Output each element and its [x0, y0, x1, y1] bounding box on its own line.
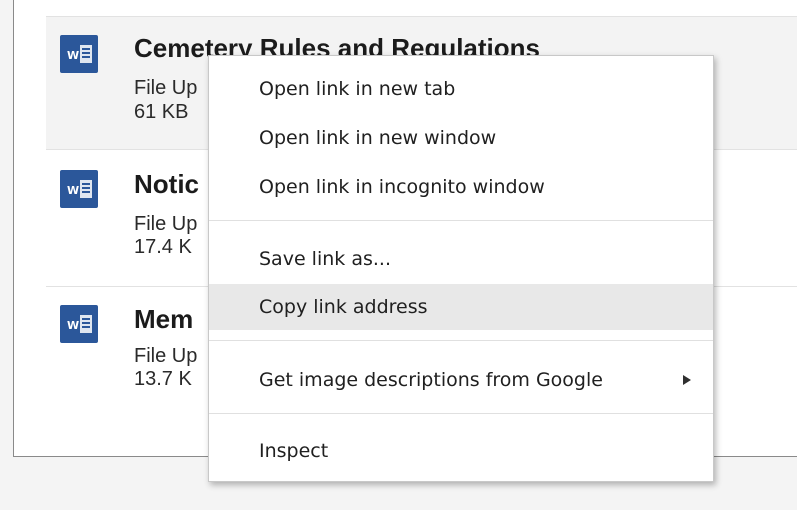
word-document-icon[interactable]: W: [60, 170, 98, 208]
file-size: 61 KB: [134, 101, 189, 123]
menu-item-open-incognito[interactable]: Open link in incognito window: [209, 164, 713, 210]
menu-separator: [209, 220, 713, 221]
file-size: 17.4 K: [134, 236, 192, 258]
word-document-icon[interactable]: W: [60, 35, 98, 73]
svg-text:W: W: [67, 319, 79, 332]
menu-item-open-new-tab[interactable]: Open link in new tab: [209, 66, 713, 112]
word-document-icon[interactable]: W: [60, 305, 98, 343]
file-upload-info: File Up: [134, 213, 198, 235]
context-menu: Open link in new tab Open link in new wi…: [208, 55, 714, 482]
menu-separator: [209, 413, 713, 414]
menu-item-save-link-as[interactable]: Save link as...: [209, 236, 713, 282]
chevron-right-icon: [683, 375, 691, 385]
file-size: 13.7 K: [134, 368, 192, 390]
svg-text:W: W: [67, 49, 79, 62]
menu-item-get-image-descriptions[interactable]: Get image descriptions from Google: [209, 357, 713, 403]
file-upload-info: File Up: [134, 345, 198, 367]
menu-separator: [209, 340, 713, 341]
file-upload-info: File Up: [134, 77, 198, 99]
menu-item-copy-link-address[interactable]: Copy link address: [209, 284, 713, 330]
file-title-link[interactable]: Mem: [134, 304, 193, 334]
svg-text:W: W: [67, 184, 79, 197]
menu-item-inspect[interactable]: Inspect: [209, 428, 713, 474]
menu-item-open-new-window[interactable]: Open link in new window: [209, 115, 713, 161]
file-title-link[interactable]: Notic: [134, 169, 199, 199]
menu-item-label: Get image descriptions from Google: [259, 369, 603, 391]
